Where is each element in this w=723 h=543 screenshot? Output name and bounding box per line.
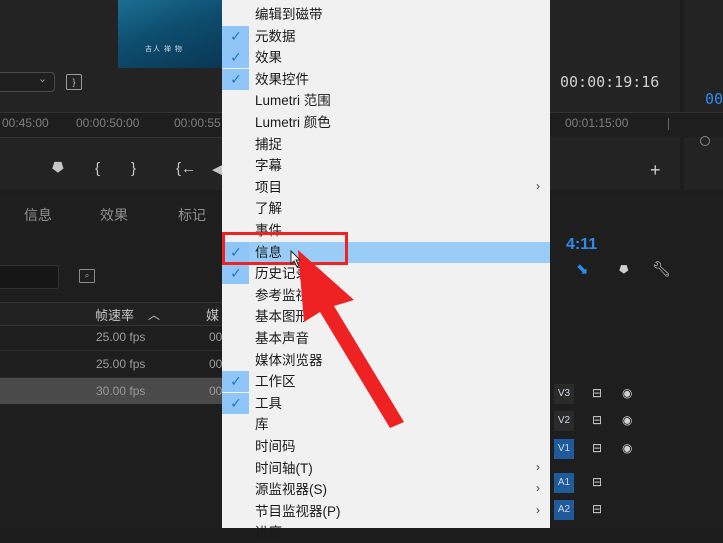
- sync-lock-icon[interactable]: ⊟: [592, 386, 602, 400]
- frame-rate-cell: 25.00 fps: [96, 330, 146, 344]
- menu-item[interactable]: 了解: [222, 198, 550, 219]
- menu-item[interactable]: 时间码: [222, 436, 550, 457]
- menu-item-label: 元数据: [255, 28, 296, 44]
- menu-item-label: 字幕: [255, 158, 282, 174]
- frame-rate-cell: 30.00 fps: [96, 384, 146, 398]
- menu-item[interactable]: 源监视器(S) ›: [222, 479, 550, 500]
- menu-item-label: 效果: [255, 50, 282, 66]
- track-v2[interactable]: V2: [554, 411, 574, 431]
- sync-lock-icon[interactable]: ⊟: [592, 475, 602, 489]
- clip-thumbnail: [118, 0, 222, 68]
- menu-item[interactable]: 节目监视器(P) ›: [222, 501, 550, 522]
- eye-icon[interactable]: ◉: [622, 441, 632, 455]
- chevron-right-icon: ›: [536, 459, 540, 474]
- frame-rate-cell: 25.00 fps: [96, 357, 146, 371]
- chevron-right-icon: ›: [536, 502, 540, 517]
- mark-out-icon[interactable]: }: [131, 160, 136, 177]
- wrench-icon[interactable]: 🔧︎: [652, 260, 671, 278]
- search-input[interactable]: [0, 265, 59, 289]
- checkmark-icon: ✓: [230, 265, 242, 282]
- timeline-timecode: 4:11: [566, 236, 598, 253]
- eye-icon[interactable]: ◉: [622, 413, 632, 427]
- sync-lock-icon[interactable]: ⊟: [592, 413, 602, 427]
- program-timecode-secondary: 00: [705, 90, 723, 108]
- ruler-bracket-icon: [668, 118, 681, 130]
- menu-item[interactable]: Lumetri 范围: [222, 90, 550, 111]
- ruler-label: 00:00:50:00: [76, 116, 140, 130]
- menu-item[interactable]: ✓ 元数据: [222, 25, 550, 47]
- media-cell: 00: [209, 357, 223, 371]
- go-to-in-icon[interactable]: {←: [176, 160, 196, 177]
- menu-item[interactable]: ✓ 效果: [222, 47, 550, 69]
- playhead-handle-icon[interactable]: [700, 136, 710, 146]
- annotation-arrow-icon: [298, 250, 404, 428]
- menu-item[interactable]: 时间轴(T) ›: [222, 458, 550, 479]
- add-marker-icon[interactable]: ⯂: [51, 160, 63, 177]
- menu-item-label: 进度: [255, 525, 282, 541]
- media-cell: 00: [209, 384, 223, 398]
- tab-effects[interactable]: 效果: [100, 205, 128, 225]
- program-timecode: 00:00:19:16: [560, 73, 660, 91]
- menu-item-label: 工具: [255, 395, 282, 411]
- menu-item-label: 效果控件: [255, 71, 309, 87]
- eye-icon[interactable]: ◉: [622, 386, 632, 400]
- track-a1[interactable]: A1: [554, 473, 574, 493]
- menu-item[interactable]: 进度: [222, 522, 550, 543]
- checkmark-icon: ✓: [230, 394, 242, 411]
- menu-item[interactable]: 项目 ›: [222, 177, 550, 198]
- checkmark-icon: ✓: [230, 49, 242, 66]
- menu-item-label: 库: [255, 417, 269, 433]
- menu-item-label: 时间轴(T): [255, 460, 313, 476]
- menu-item-label: Lumetri 颜色: [255, 115, 331, 130]
- sync-lock-icon[interactable]: ⊟: [592, 502, 602, 516]
- tab-info[interactable]: 信息: [24, 205, 52, 225]
- ruler-label: 00:01:15:00: [565, 116, 629, 130]
- checkmark-icon: ✓: [230, 373, 242, 390]
- menu-item-label: 项目: [255, 179, 282, 195]
- menu-item[interactable]: 字幕: [222, 155, 550, 176]
- menu-item-label: 编辑到磁带: [255, 7, 323, 22]
- menu-item-label: 捕捉: [255, 136, 282, 152]
- track-v1[interactable]: V1: [554, 439, 574, 459]
- snap-icon[interactable]: ⬊: [576, 260, 589, 278]
- mouse-cursor-icon: [290, 250, 302, 268]
- menu-item-label: 节目监视器(P): [255, 503, 341, 519]
- menu-item[interactable]: 编辑到磁带: [222, 4, 550, 25]
- chevron-right-icon: ›: [536, 481, 540, 496]
- checkmark-icon: ✓: [230, 70, 242, 87]
- menu-item-label: 了解: [255, 201, 282, 217]
- add-marker-icon[interactable]: ⯂: [618, 263, 628, 278]
- sort-ascending-icon[interactable]: ︿: [148, 306, 160, 323]
- media-cell: 00: [209, 330, 223, 344]
- chevron-down-icon: ⌄: [38, 73, 48, 85]
- ruler-label: 00:00:55: [174, 116, 221, 130]
- menu-item-label: Lumetri 范围: [255, 93, 331, 109]
- thumbnail-caption: 吉人 禅 物: [145, 46, 183, 53]
- track-v3[interactable]: V3: [554, 384, 574, 404]
- menu-item-label: 时间码: [255, 439, 296, 454]
- menu-item[interactable]: ✓ 效果控件: [222, 68, 550, 90]
- menu-item[interactable]: 捕捉: [222, 134, 550, 155]
- settings-icon[interactable]: }: [66, 74, 82, 90]
- column-header-frame-rate[interactable]: 帧速率: [95, 305, 134, 324]
- menu-item-label: 源监视器(S): [255, 482, 327, 498]
- checkmark-icon: ✓: [230, 27, 242, 44]
- search-icon[interactable]: ⌕: [79, 269, 95, 283]
- add-button[interactable]: +: [650, 160, 661, 181]
- menu-item[interactable]: Lumetri 颜色: [222, 112, 550, 133]
- column-header-media[interactable]: 媒: [206, 305, 219, 324]
- sync-lock-icon[interactable]: ⊟: [592, 441, 602, 455]
- mark-in-icon[interactable]: {: [95, 160, 100, 177]
- ruler-label: 00:45:00: [2, 116, 49, 130]
- track-a2[interactable]: A2: [554, 500, 574, 520]
- chevron-right-icon: ›: [536, 178, 540, 193]
- tab-markers[interactable]: 标记: [178, 205, 206, 225]
